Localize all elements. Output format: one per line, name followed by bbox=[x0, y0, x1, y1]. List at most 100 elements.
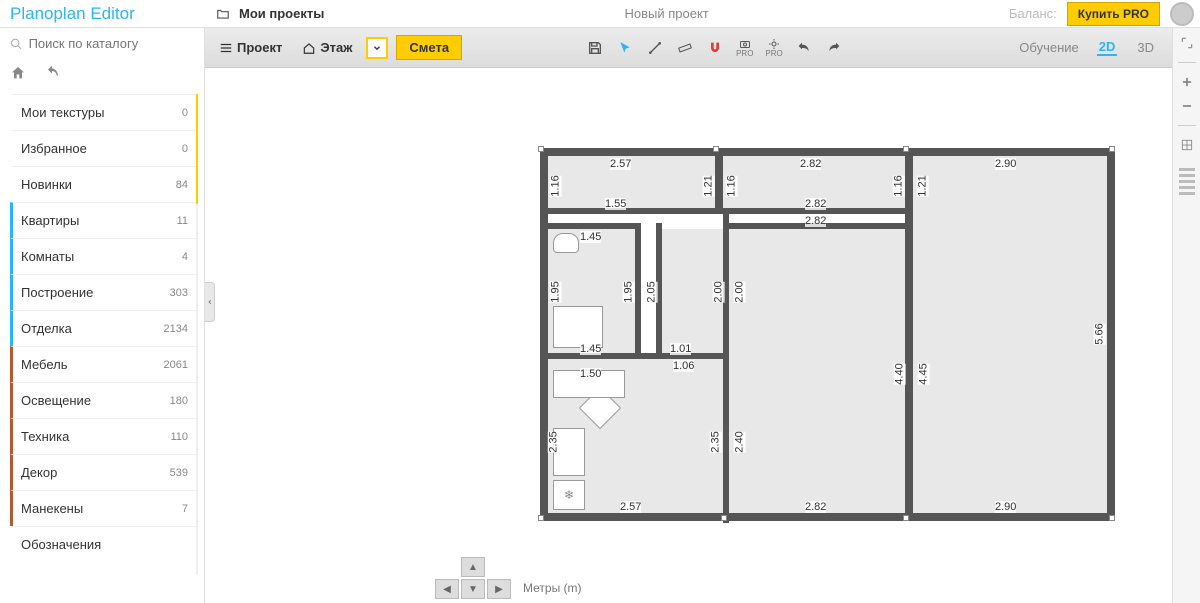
dimension: 1.45 bbox=[580, 231, 601, 243]
dimension: 1.01 bbox=[670, 343, 691, 355]
wall[interactable] bbox=[540, 513, 1115, 521]
vertex-handle[interactable] bbox=[903, 515, 909, 521]
dimension: 1.50 bbox=[580, 368, 601, 380]
wall[interactable] bbox=[540, 208, 910, 214]
vertex-handle[interactable] bbox=[1109, 146, 1115, 152]
pan-up-button[interactable]: ▲ bbox=[461, 557, 485, 577]
sidebar-collapse-button[interactable] bbox=[205, 282, 215, 322]
sun-pro-tool[interactable]: PRO bbox=[765, 38, 782, 58]
zoom-out-button[interactable] bbox=[1178, 97, 1196, 115]
vertex-handle[interactable] bbox=[538, 515, 544, 521]
wall[interactable] bbox=[905, 148, 913, 518]
vertex-handle[interactable] bbox=[1109, 515, 1115, 521]
ruler-tool[interactable] bbox=[676, 39, 694, 57]
balance-label: Баланс: bbox=[1009, 6, 1057, 21]
home-button[interactable] bbox=[10, 65, 26, 84]
scrollbar-thumb[interactable] bbox=[196, 94, 198, 204]
view-3d-button[interactable]: 3D bbox=[1135, 40, 1156, 55]
grid-button[interactable] bbox=[1178, 136, 1196, 154]
house-icon bbox=[302, 41, 316, 55]
category-label: Обозначения bbox=[21, 537, 101, 552]
category-label: Манекены bbox=[21, 501, 83, 516]
select-tool[interactable] bbox=[616, 39, 634, 57]
sidebar-category-12[interactable]: Обозначения bbox=[10, 526, 198, 562]
dimension: 1.21 bbox=[917, 175, 929, 196]
sidebar-category-11[interactable]: Манекены7 bbox=[10, 490, 198, 526]
sidebar-category-6[interactable]: Отделка2134 bbox=[10, 310, 198, 346]
plus-icon bbox=[1180, 75, 1194, 89]
floor-menu-button[interactable]: Этаж bbox=[296, 36, 358, 59]
sidebar-category-7[interactable]: Мебель2061 bbox=[10, 346, 198, 382]
project-name[interactable]: Новый проект bbox=[324, 6, 1009, 21]
fixture-toilet[interactable] bbox=[553, 233, 579, 253]
dimension: 1.45 bbox=[580, 343, 601, 355]
save-button[interactable] bbox=[586, 39, 604, 57]
training-link[interactable]: Обучение bbox=[1019, 40, 1078, 55]
vertex-handle[interactable] bbox=[713, 146, 719, 152]
camera-pro-tool[interactable]: PRO bbox=[736, 38, 753, 58]
expand-icon bbox=[1180, 36, 1194, 50]
layers-indicator[interactable] bbox=[1179, 168, 1195, 195]
breadcrumb[interactable]: Мои проекты bbox=[205, 6, 324, 21]
arrow-pad: ▲ ◀ ▼ ▶ bbox=[435, 557, 511, 599]
estimate-button[interactable]: Смета bbox=[396, 35, 462, 60]
bottom-controls: ▲ ◀ ▼ ▶ Метры (m) bbox=[435, 557, 582, 599]
search-icon bbox=[10, 37, 23, 51]
zoom-in-button[interactable] bbox=[1178, 73, 1196, 91]
buy-pro-button[interactable]: Купить PRO bbox=[1067, 2, 1160, 26]
fixture[interactable] bbox=[553, 306, 603, 348]
save-icon bbox=[587, 40, 603, 56]
fixture-fridge[interactable]: ❄ bbox=[553, 480, 585, 510]
wall[interactable] bbox=[540, 148, 1115, 156]
undo-button[interactable] bbox=[44, 65, 60, 84]
project-menu-button[interactable]: Проект bbox=[213, 36, 288, 59]
view-2d-button[interactable]: 2D bbox=[1097, 39, 1118, 56]
sidebar-category-3[interactable]: Квартиры11 bbox=[10, 202, 198, 238]
dimension: 1.06 bbox=[673, 360, 694, 372]
search-row[interactable] bbox=[0, 28, 204, 59]
room[interactable] bbox=[729, 229, 905, 513]
sidebar-category-2[interactable]: Новинки84 bbox=[10, 166, 198, 202]
wall[interactable] bbox=[1107, 148, 1115, 521]
sun-icon bbox=[766, 38, 782, 50]
dimension: 1.16 bbox=[893, 175, 905, 196]
vertex-handle[interactable] bbox=[903, 146, 909, 152]
sidebar-category-1[interactable]: Избранное0 bbox=[10, 130, 198, 166]
room[interactable] bbox=[913, 156, 1107, 513]
pan-right-button[interactable]: ▶ bbox=[487, 579, 511, 599]
hamburger-icon bbox=[219, 41, 233, 55]
category-label: Освещение bbox=[21, 393, 91, 408]
undo-tool[interactable] bbox=[795, 39, 813, 57]
chevron-left-icon bbox=[207, 297, 213, 307]
sidebar: Мои текстуры0Избранное0Новинки84Квартиры… bbox=[0, 28, 205, 603]
category-list: Мои текстуры0Избранное0Новинки84Квартиры… bbox=[10, 94, 198, 574]
canvas[interactable]: ❄ 2.57 2.82 2.90 1.16 1.21 1.16 1.16 1.2… bbox=[205, 68, 1200, 603]
floor-selector[interactable] bbox=[366, 37, 388, 59]
dimension: 2.05 bbox=[646, 281, 658, 302]
expand-button[interactable] bbox=[1178, 34, 1196, 52]
wall[interactable] bbox=[715, 148, 723, 208]
category-count: 0 bbox=[182, 143, 188, 155]
line-tool[interactable] bbox=[646, 39, 664, 57]
wall[interactable] bbox=[540, 148, 548, 521]
vertex-handle[interactable] bbox=[721, 515, 727, 521]
sidebar-category-4[interactable]: Комнаты4 bbox=[10, 238, 198, 274]
redo-arrow-icon bbox=[826, 40, 842, 56]
redo-tool[interactable] bbox=[825, 39, 843, 57]
avatar[interactable] bbox=[1170, 2, 1194, 26]
magnet-icon bbox=[707, 40, 723, 56]
sidebar-category-9[interactable]: Техника110 bbox=[10, 418, 198, 454]
pan-left-button[interactable]: ◀ bbox=[435, 579, 459, 599]
folder-icon bbox=[215, 7, 231, 21]
sidebar-category-8[interactable]: Освещение180 bbox=[10, 382, 198, 418]
sidebar-category-5[interactable]: Построение303 bbox=[10, 274, 198, 310]
units-label[interactable]: Метры (m) bbox=[523, 581, 582, 599]
pan-down-button[interactable]: ▼ bbox=[461, 579, 485, 599]
sidebar-category-0[interactable]: Мои текстуры0 bbox=[10, 94, 198, 130]
sidebar-category-10[interactable]: Декор539 bbox=[10, 454, 198, 490]
room[interactable] bbox=[548, 156, 715, 208]
search-input[interactable] bbox=[29, 36, 194, 51]
snap-tool[interactable] bbox=[706, 39, 724, 57]
vertex-handle[interactable] bbox=[538, 146, 544, 152]
wall[interactable] bbox=[635, 223, 641, 358]
